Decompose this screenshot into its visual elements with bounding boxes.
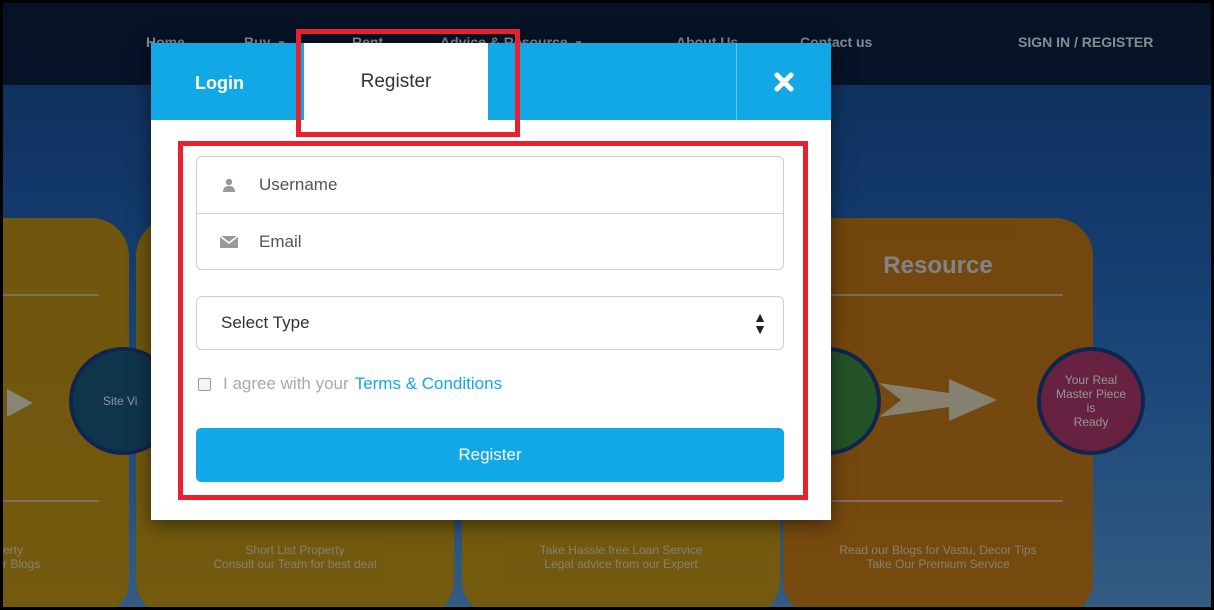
type-select[interactable]: Select Type ▲ ▼ <box>196 296 784 350</box>
select-sort-icon: ▲ ▼ <box>753 309 767 337</box>
username-placeholder: Username <box>259 175 338 194</box>
close-icon <box>774 72 794 91</box>
register-button-label: Register <box>458 445 522 464</box>
agree-row: I agree with your Terms & Conditions <box>198 374 502 394</box>
agree-label: I agree with your <box>223 374 349 393</box>
page-background: Home Buy▼ Rent Advice & Resource▼ About … <box>0 0 1214 610</box>
terms-link[interactable]: Terms & Conditions <box>355 374 502 394</box>
select-value: Select Type <box>221 313 310 332</box>
agree-checkbox[interactable] <box>198 377 211 391</box>
credentials-group: Username Email <box>196 156 784 270</box>
email-placeholder: Email <box>259 231 302 251</box>
close-button[interactable] <box>736 43 831 120</box>
tab-login[interactable]: Login <box>195 73 244 94</box>
envelope-icon <box>219 235 239 248</box>
register-button[interactable]: Register <box>196 428 784 482</box>
username-field[interactable]: Username <box>197 157 783 213</box>
register-modal: Login Register Username Email Select Typ… <box>151 29 831 520</box>
user-icon <box>219 178 239 192</box>
highlight-box-register-tab <box>296 29 520 137</box>
email-field[interactable]: Email <box>197 213 783 269</box>
